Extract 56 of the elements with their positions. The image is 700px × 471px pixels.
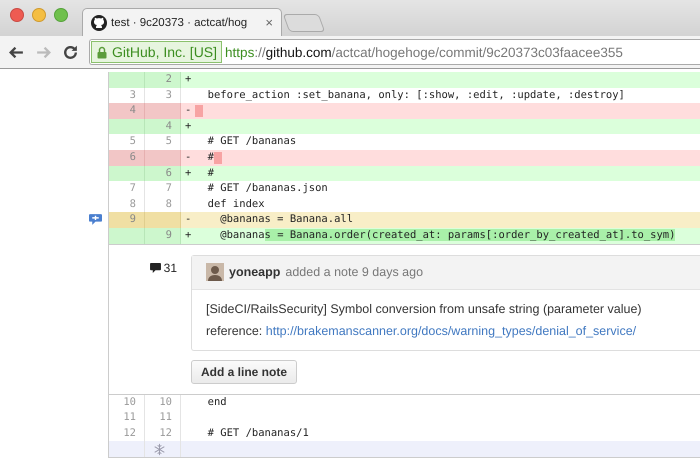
- reload-icon[interactable]: [62, 44, 79, 60]
- reference-link[interactable]: http://brakemanscanner.org/docs/warning_types/denial_of_service/: [266, 324, 636, 338]
- code-line: #: [206, 150, 214, 165]
- line-number: 2: [145, 72, 181, 88]
- line-number: 4: [145, 118, 181, 134]
- line-number: [109, 166, 145, 182]
- diff-sign: -: [184, 212, 192, 228]
- line-number: 6: [109, 150, 145, 166]
- close-window-button[interactable]: [10, 8, 24, 22]
- add-line-note-button[interactable]: Add a line note: [191, 360, 298, 384]
- expand-icon[interactable]: [153, 442, 166, 456]
- line-number: [145, 150, 181, 166]
- diff-sign: -: [184, 150, 192, 165]
- code-line: @bananas = Banana.all: [219, 212, 354, 228]
- browser-tab[interactable]: test · 9c20373 · actcat/hog ×: [82, 8, 282, 36]
- note-text: [SideCI/RailsSecurity] Symbol conversion from unsafe string (parameter value): [206, 300, 643, 318]
- line-number: [145, 103, 181, 119]
- line-number: 6: [145, 166, 181, 182]
- avatar-icon: [206, 263, 224, 282]
- identity-name: GitHub, Inc. [US]: [112, 44, 218, 60]
- new-tab-button[interactable]: [282, 14, 326, 32]
- author-name[interactable]: yoneapp: [229, 265, 280, 280]
- diff-sign: -: [184, 103, 192, 118]
- line-number: 4: [109, 103, 145, 119]
- diff-sign: +: [184, 166, 192, 181]
- line-number: [109, 228, 145, 244]
- line-number: [145, 212, 181, 228]
- code-line: before_action :set_banana, only: [:show, :edit, :update, :destroy]: [206, 88, 625, 103]
- code-line: #: [206, 166, 214, 181]
- url-text: https://github.com/actcat/hogehoge/commit/9c20373c03faacee355: [225, 44, 623, 60]
- note-meta: added a note 9 days ago: [285, 265, 424, 280]
- lock-icon: [97, 46, 107, 58]
- line-number: [109, 72, 145, 88]
- comment-icon: [150, 262, 161, 273]
- code-line: @bananas = Banana.order(created_at: params[:order_by_created_at].to_sym): [219, 228, 676, 243]
- code-line: # GET /bananas: [206, 134, 296, 150]
- tab-title: test · 9c20373 · actcat/hog: [111, 16, 248, 28]
- line-number: 9: [109, 212, 145, 228]
- reference-label: reference:: [206, 324, 262, 338]
- diff-sign: +: [184, 72, 192, 87]
- code-line: # GET /bananas/1: [206, 426, 309, 441]
- minimize-window-button[interactable]: [32, 8, 46, 22]
- address-bar[interactable]: GitHub, Inc. [US] https://github.com/actcat/hogehoge/commit/9c20373c03faacee355: [89, 39, 700, 65]
- diff-sign: +: [184, 228, 192, 243]
- code-line: def index: [206, 196, 265, 212]
- line-number: [109, 118, 145, 134]
- close-tab-button[interactable]: ×: [265, 15, 273, 30]
- comment-icon[interactable]: [89, 214, 102, 226]
- identity-badge[interactable]: GitHub, Inc. [US]: [91, 41, 222, 63]
- comment-count: 31: [164, 260, 177, 275]
- line-number: 9: [145, 228, 181, 244]
- cat-logo-icon: [91, 14, 107, 30]
- diff-sign: +: [184, 118, 192, 134]
- code-line: # GET /bananas.json: [206, 181, 328, 196]
- zoom-window-button[interactable]: [54, 8, 68, 22]
- code-line: end: [206, 394, 227, 410]
